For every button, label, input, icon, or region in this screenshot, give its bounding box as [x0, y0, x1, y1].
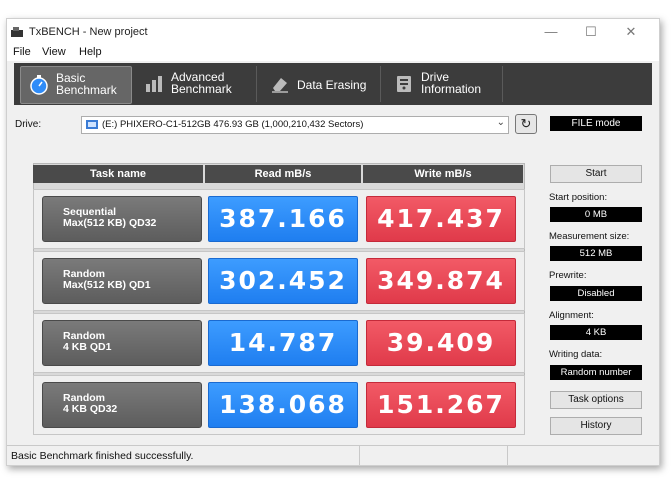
menu-file[interactable]: File [13, 46, 31, 58]
task-options-button[interactable]: Task options [550, 391, 642, 409]
maximize-button[interactable]: ☐ [579, 23, 603, 41]
tab-data-erasing-label: Data Erasing [297, 78, 367, 92]
task-label: Random 4 KB QD1 [63, 330, 112, 353]
status-text: Basic Benchmark finished successfully. [11, 450, 194, 462]
write-value: 39.409 [366, 320, 516, 366]
read-value: 138.068 [208, 382, 358, 428]
eraser-icon [272, 78, 288, 93]
header-task-name: Task name [33, 165, 203, 183]
window-title: TxBENCH - New project [29, 26, 148, 38]
tab-data-erasing[interactable]: Data Erasing [262, 66, 381, 102]
start-position-label: Start position: [549, 192, 608, 203]
drive-select[interactable]: (E:) PHIXERO-C1-512GB 476.93 GB (1,000,2… [81, 116, 509, 134]
table-row: Sequential Max(512 KB) QD32 387.166 417.… [33, 189, 525, 249]
tab-drive-information[interactable]: Drive Information [386, 66, 503, 102]
bar-chart-icon [146, 76, 162, 92]
task-label: Random 4 KB QD32 [63, 392, 118, 415]
tab-basic-benchmark-label: Basic Benchmark [56, 71, 117, 97]
refresh-drive-button[interactable]: ↻ [515, 114, 537, 134]
app-window: TxBENCH - New project — ☐ ✕ File View He… [6, 18, 660, 466]
header-read: Read mB/s [205, 165, 361, 183]
read-value: 302.452 [208, 258, 358, 304]
drive-select-value: (E:) PHIXERO-C1-512GB 476.93 GB (1,000,2… [102, 119, 364, 130]
stopwatch-icon [30, 75, 48, 95]
history-button[interactable]: History [550, 417, 642, 435]
alignment-field[interactable]: 4 KB [550, 325, 642, 340]
tab-advanced-benchmark[interactable]: Advanced Benchmark [136, 66, 257, 102]
alignment-label: Alignment: [549, 310, 594, 321]
measurement-size-label: Measurement size: [549, 231, 630, 242]
menu-bar: File View Help [7, 45, 659, 61]
writing-data-field[interactable]: Random number [550, 365, 642, 380]
app-icon [11, 27, 23, 37]
status-divider [359, 446, 360, 465]
write-value: 417.437 [366, 196, 516, 242]
start-button[interactable]: Start [550, 165, 642, 183]
write-value: 151.267 [366, 382, 516, 428]
main-toolbar: Basic Benchmark Advanced Benchmark Data … [14, 63, 652, 105]
prewrite-label: Prewrite: [549, 270, 587, 281]
drive-info-icon [397, 76, 411, 92]
menu-view[interactable]: View [42, 46, 66, 58]
header-write: Write mB/s [363, 165, 523, 183]
status-divider [507, 446, 508, 465]
task-label: Sequential Max(512 KB) QD32 [63, 206, 157, 229]
task-button-random-max[interactable]: Random Max(512 KB) QD1 [42, 258, 202, 304]
writing-data-label: Writing data: [549, 349, 603, 360]
tab-basic-benchmark[interactable]: Basic Benchmark [20, 66, 132, 104]
read-value: 14.787 [208, 320, 358, 366]
tab-drive-information-label: Drive Information [421, 70, 482, 96]
measurement-size-field[interactable]: 512 MB [550, 246, 642, 261]
tab-advanced-benchmark-label: Advanced Benchmark [171, 70, 232, 96]
file-mode-button[interactable]: FILE mode [550, 116, 642, 131]
table-row: Random Max(512 KB) QD1 302.452 349.874 [33, 251, 525, 311]
refresh-icon: ↻ [520, 116, 532, 131]
task-button-random-4kb-qd1[interactable]: Random 4 KB QD1 [42, 320, 202, 366]
table-row: Random 4 KB QD1 14.787 39.409 [33, 313, 525, 373]
prewrite-field[interactable]: Disabled [550, 286, 642, 301]
drive-icon [86, 120, 98, 129]
close-button[interactable]: ✕ [619, 23, 643, 41]
drive-label: Drive: [15, 119, 42, 130]
read-value: 387.166 [208, 196, 358, 242]
chevron-down-icon[interactable]: ⌄ [497, 117, 505, 128]
table-row: Random 4 KB QD32 138.068 151.267 [33, 375, 525, 435]
task-button-random-4kb-qd32[interactable]: Random 4 KB QD32 [42, 382, 202, 428]
write-value: 349.874 [366, 258, 516, 304]
title-bar: TxBENCH - New project — ☐ ✕ [7, 19, 659, 45]
minimize-button[interactable]: — [539, 23, 563, 41]
start-position-field[interactable]: 0 MB [550, 207, 642, 222]
task-label: Random Max(512 KB) QD1 [63, 268, 151, 291]
status-bar: Basic Benchmark finished successfully. [7, 445, 659, 465]
task-button-sequential[interactable]: Sequential Max(512 KB) QD32 [42, 196, 202, 242]
menu-help[interactable]: Help [79, 46, 102, 58]
